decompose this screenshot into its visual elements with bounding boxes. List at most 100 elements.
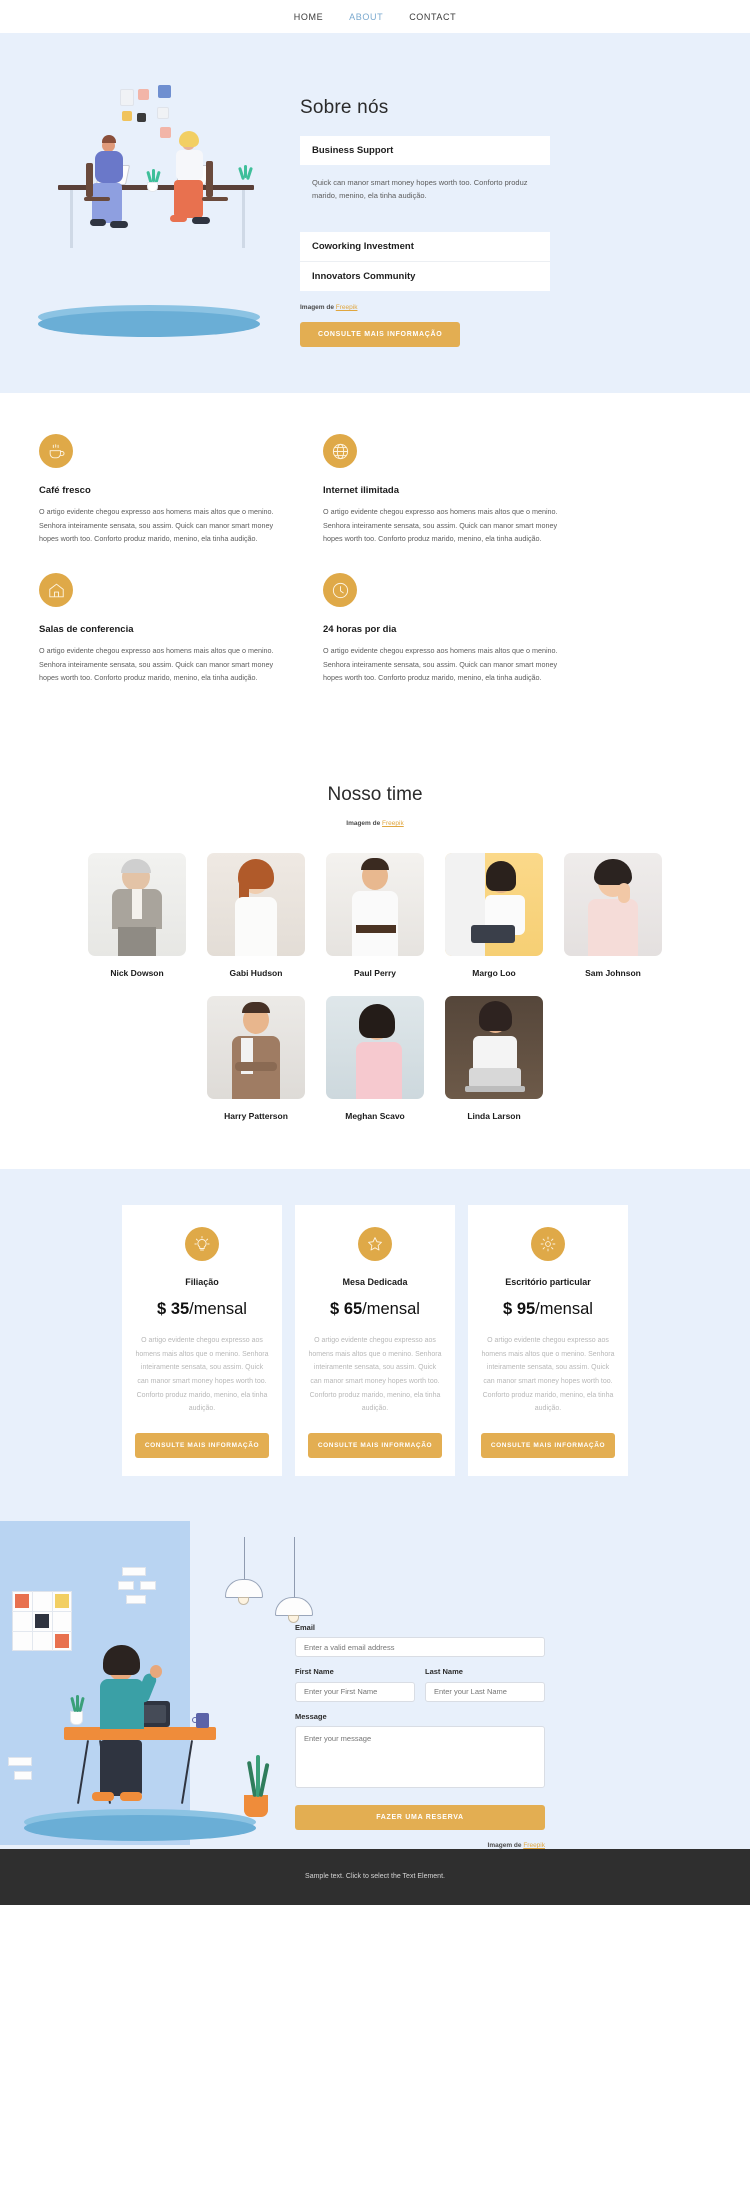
- avatar: [326, 996, 424, 1100]
- pricing-cta-button[interactable]: CONSULTE MAIS INFORMAÇÃO: [308, 1432, 442, 1458]
- team-member-name: Margo Loo: [472, 968, 516, 979]
- email-field[interactable]: [295, 1637, 545, 1658]
- avatar: [445, 996, 543, 1100]
- pricing-amount: $ 35/mensal: [135, 1300, 269, 1319]
- accordion-group: Coworking Investment Innovators Communit…: [300, 232, 550, 292]
- team-member[interactable]: Linda Larson: [445, 996, 543, 1121]
- page-title: Sobre nós: [300, 97, 389, 118]
- avatar: [207, 996, 305, 1100]
- pricing-cta-button[interactable]: CONSULTE MAIS INFORMAÇÃO: [481, 1432, 615, 1458]
- contact-illustration: [0, 1520, 313, 1849]
- team-member-name: Meghan Scavo: [345, 1111, 405, 1122]
- team-member[interactable]: Harry Patterson: [207, 996, 305, 1121]
- hero-cta-button[interactable]: CONSULTE MAIS INFORMAÇÃO: [300, 322, 461, 348]
- avatar: [564, 853, 662, 957]
- nav-item-about[interactable]: ABOUT: [349, 12, 383, 22]
- home-icon: [39, 573, 73, 608]
- first-name-field[interactable]: [295, 1681, 415, 1702]
- pricing-value: 65: [343, 1300, 363, 1319]
- credit-link-freepik[interactable]: Freepik: [336, 304, 358, 311]
- team-member-name: Paul Perry: [353, 968, 397, 979]
- credit-link-freepik[interactable]: Freepik: [523, 1842, 545, 1849]
- avatar: [207, 853, 305, 957]
- credit-prefix: Imagem de: [346, 820, 383, 828]
- pricing-description: O artigo evidente chegou expresso aos ho…: [308, 1337, 442, 1413]
- avatar: [445, 853, 543, 957]
- feature-title: Salas de conferencia: [39, 624, 134, 636]
- footer-text[interactable]: Sample text. Click to select the Text El…: [305, 1873, 445, 1880]
- feature-body: O artigo evidente chegou expresso aos ho…: [39, 507, 274, 543]
- footer: Sample text. Click to select the Text El…: [0, 1848, 750, 1905]
- team-member[interactable]: Sam Johnson: [564, 853, 662, 978]
- accordion-item-coworking-investment[interactable]: Coworking Investment: [300, 232, 550, 262]
- first-name-label: First Name: [295, 1667, 334, 1677]
- hero-section: Sobre nós Business Support Quick can man…: [0, 33, 750, 394]
- pricing-section: Filiação $ 35/mensal O artigo evidente c…: [0, 1169, 750, 1521]
- credit-prefix: Imagem de: [300, 304, 336, 312]
- main-navigation: HOME ABOUT CONTACT: [0, 0, 750, 33]
- accordion-title: Business Support: [312, 145, 394, 156]
- email-label: Email: [295, 1622, 316, 1632]
- pricing-amount: $ 65/mensal: [308, 1300, 442, 1319]
- message-label: Message: [295, 1711, 327, 1721]
- accordion-body-business-support: Quick can manor smart money hopes worth …: [312, 178, 528, 201]
- accordion-item-business-support[interactable]: Business Support: [300, 136, 550, 165]
- clock-icon: [323, 573, 357, 608]
- pricing-amount: $ 95/mensal: [481, 1300, 615, 1319]
- avatar: [88, 853, 186, 957]
- pricing-card-escritorio-particular: Escritório particular $ 95/mensal O arti…: [468, 1205, 628, 1476]
- team-member[interactable]: Meghan Scavo: [326, 996, 424, 1121]
- pricing-currency: $: [503, 1300, 513, 1319]
- lightbulb-icon: [185, 1227, 219, 1262]
- pricing-cta-button[interactable]: CONSULTE MAIS INFORMAÇÃO: [135, 1432, 269, 1458]
- feature-internet-ilimitada: Internet ilimitada O artigo evidente che…: [323, 434, 568, 545]
- avatar: [326, 853, 424, 957]
- feature-title: Café fresco: [39, 485, 91, 497]
- hero-illustration: [10, 67, 290, 347]
- pricing-card-filiacao: Filiação $ 35/mensal O artigo evidente c…: [122, 1205, 282, 1476]
- pricing-period: /mensal: [362, 1300, 420, 1319]
- team-member[interactable]: Margo Loo: [445, 853, 543, 978]
- message-field[interactable]: [295, 1725, 545, 1788]
- feature-body: O artigo evidente chegou expresso aos ho…: [323, 507, 558, 543]
- contact-image-credit: Imagem de Freepik: [295, 1842, 545, 1849]
- feature-title: Internet ilimitada: [323, 485, 400, 497]
- feature-body: O artigo evidente chegou expresso aos ho…: [39, 646, 274, 682]
- pricing-plan-name: Mesa Dedicada: [342, 1277, 408, 1288]
- name-row: First Name Last Name: [295, 1667, 545, 1712]
- features-section: Café fresco O artigo evidente chegou exp…: [0, 393, 750, 757]
- last-name-field[interactable]: [425, 1681, 545, 1702]
- feature-title: 24 horas por dia: [323, 624, 397, 636]
- pricing-description: O artigo evidente chegou expresso aos ho…: [135, 1337, 269, 1413]
- pricing-plan-name: Escritório particular: [505, 1277, 591, 1288]
- accordion-title: Coworking Investment: [312, 241, 414, 253]
- first-name-group: First Name: [295, 1667, 415, 1712]
- pricing-plan-name: Filiação: [185, 1277, 219, 1288]
- gear-icon: [531, 1227, 565, 1262]
- pricing-period: /mensal: [189, 1300, 247, 1319]
- team-section: Nosso time Imagem de Freepik Nick Dowson: [0, 756, 750, 1170]
- credit-prefix: Imagem de: [487, 1841, 524, 1849]
- team-member[interactable]: Gabi Hudson: [207, 853, 305, 978]
- feature-body: O artigo evidente chegou expresso aos ho…: [323, 646, 558, 682]
- coffee-cup-icon: [39, 434, 73, 469]
- team-grid: Nick Dowson Gabi Hudson Paul Perry Margo…: [0, 853, 750, 1121]
- nav-item-home[interactable]: HOME: [294, 12, 323, 22]
- pricing-currency: $: [157, 1300, 167, 1319]
- feature-salas-de-conferencia: Salas de conferencia O artigo evidente c…: [39, 573, 284, 684]
- team-member-name: Nick Dowson: [110, 968, 164, 979]
- team-member[interactable]: Paul Perry: [326, 853, 424, 978]
- pricing-value: 95: [516, 1300, 536, 1319]
- accordion-item-innovators-community[interactable]: Innovators Community: [300, 261, 550, 292]
- team-member[interactable]: Nick Dowson: [88, 853, 186, 978]
- star-icon: [358, 1227, 392, 1262]
- page-root: HOME ABOUT CONTACT Sobre nós Business Su…: [0, 0, 750, 1905]
- credit-link-freepik[interactable]: Freepik: [382, 820, 404, 827]
- contact-section: Email First Name Last Name Message FAZER…: [0, 1520, 750, 1849]
- nav-item-contact[interactable]: CONTACT: [409, 12, 456, 22]
- submit-reservation-button[interactable]: FAZER UMA RESERVA: [295, 1804, 545, 1830]
- globe-icon: [323, 434, 357, 469]
- hero-content: Sobre nós Business Support Quick can man…: [300, 67, 550, 348]
- pricing-card-mesa-dedicada: Mesa Dedicada $ 65/mensal O artigo evide…: [295, 1205, 455, 1476]
- pricing-description: O artigo evidente chegou expresso aos ho…: [481, 1337, 615, 1413]
